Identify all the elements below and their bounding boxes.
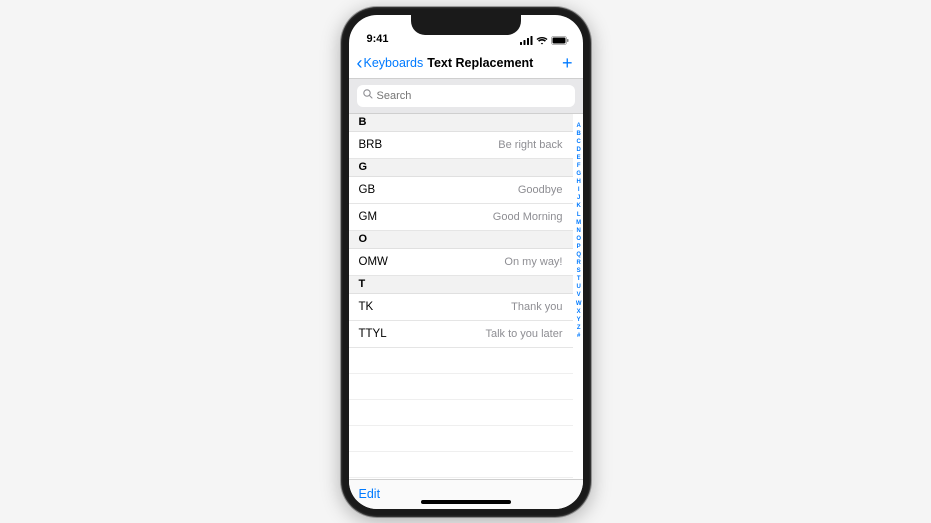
search-input[interactable] xyxy=(377,90,569,102)
index-letter[interactable]: J xyxy=(577,194,580,202)
index-letter[interactable]: G xyxy=(576,170,581,178)
status-right xyxy=(520,36,569,45)
index-letter[interactable]: B xyxy=(576,130,580,138)
back-button[interactable]: ‹ Keyboards xyxy=(357,55,424,72)
battery-icon xyxy=(551,36,569,45)
add-button[interactable]: + xyxy=(562,54,573,72)
section-header: O xyxy=(349,231,573,249)
chevron-left-icon: ‹ xyxy=(357,54,363,72)
index-letter[interactable]: A xyxy=(576,122,580,130)
index-letter[interactable]: W xyxy=(576,300,582,308)
shortcut-label: BRB xyxy=(359,139,383,151)
wifi-icon xyxy=(536,36,548,45)
empty-row xyxy=(349,400,573,426)
shortcut-label: TK xyxy=(359,301,374,313)
edit-button[interactable]: Edit xyxy=(359,487,381,501)
table-row[interactable]: GB Goodbye xyxy=(349,177,573,204)
search-container xyxy=(349,79,583,114)
index-letter[interactable]: E xyxy=(577,154,581,162)
index-letter[interactable]: D xyxy=(576,146,580,154)
index-letter[interactable]: M xyxy=(576,219,581,227)
index-letter[interactable]: K xyxy=(576,202,580,210)
content-area: BBRBBe right backGGBGoodbyeGMGood Mornin… xyxy=(349,114,583,480)
index-letter[interactable]: S xyxy=(577,267,581,275)
index-letter[interactable]: # xyxy=(577,332,580,340)
section-header: G xyxy=(349,159,573,177)
page-title: Text Replacement xyxy=(427,56,533,70)
table-row[interactable]: GM Good Morning xyxy=(349,204,573,231)
shortcut-label: TTYL xyxy=(359,328,387,340)
phrase-label: Be right back xyxy=(498,139,562,151)
shortcut-label: GM xyxy=(359,211,378,223)
phrase-label: Thank you xyxy=(511,301,562,313)
index-letter[interactable]: T xyxy=(577,275,581,283)
index-letter[interactable]: O xyxy=(576,235,581,243)
index-letter[interactable]: Q xyxy=(576,251,581,259)
index-letter[interactable]: C xyxy=(576,138,580,146)
phrase-label: Talk to you later xyxy=(485,328,562,340)
table-row[interactable]: OMW On my way! xyxy=(349,249,573,276)
table-row[interactable]: TTYL Talk to you later xyxy=(349,321,573,348)
status-time: 9:41 xyxy=(367,33,389,45)
empty-row xyxy=(349,452,573,478)
table-row[interactable]: BRB Be right back xyxy=(349,132,573,159)
table-row[interactable]: TK Thank you xyxy=(349,294,573,321)
shortcut-label: GB xyxy=(359,184,376,196)
index-letter[interactable]: H xyxy=(576,178,580,186)
index-letter[interactable]: X xyxy=(577,308,581,316)
index-letter[interactable]: I xyxy=(578,186,580,194)
empty-row xyxy=(349,374,573,400)
search-icon xyxy=(363,89,373,102)
phone-frame: 9:41 ‹ Keyboards Text Replacement + xyxy=(341,7,591,517)
phone-screen: 9:41 ‹ Keyboards Text Replacement + xyxy=(349,15,583,509)
notch xyxy=(411,15,521,35)
index-letter[interactable]: P xyxy=(577,243,581,251)
search-field[interactable] xyxy=(357,85,575,107)
section-header: T xyxy=(349,276,573,294)
index-letter[interactable]: Z xyxy=(577,324,581,332)
empty-row xyxy=(349,426,573,452)
shortcut-label: OMW xyxy=(359,256,388,268)
section-index-bar[interactable]: ABCDEFGHIJKLMNOPQRSTUVWXYZ# xyxy=(576,122,582,341)
phrase-label: On my way! xyxy=(504,256,562,268)
replacements-list[interactable]: BBRBBe right backGGBGoodbyeGMGood Mornin… xyxy=(349,114,583,480)
section-header: B xyxy=(349,114,573,132)
index-letter[interactable]: U xyxy=(576,283,580,291)
index-letter[interactable]: R xyxy=(576,259,580,267)
empty-row xyxy=(349,348,573,374)
cellular-signal-icon xyxy=(520,36,533,45)
index-letter[interactable]: F xyxy=(577,162,581,170)
index-letter[interactable]: N xyxy=(576,227,580,235)
phrase-label: Good Morning xyxy=(493,211,563,223)
back-label: Keyboards xyxy=(364,56,424,70)
index-letter[interactable]: L xyxy=(577,211,581,219)
navigation-bar: ‹ Keyboards Text Replacement + xyxy=(349,49,583,79)
home-indicator[interactable] xyxy=(421,500,511,504)
index-letter[interactable]: Y xyxy=(577,316,581,324)
phrase-label: Goodbye xyxy=(518,184,563,196)
bottom-toolbar: Edit xyxy=(349,479,583,509)
index-letter[interactable]: V xyxy=(577,291,581,299)
